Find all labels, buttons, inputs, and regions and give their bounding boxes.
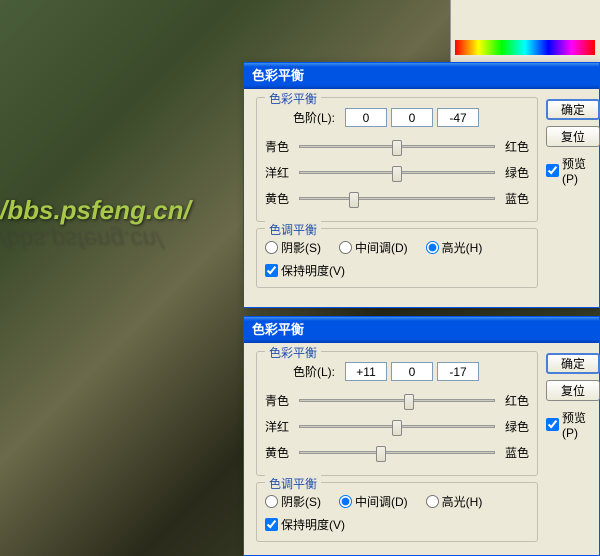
level-label: 色阶(L):	[293, 363, 335, 380]
shadows-radio[interactable]: 阴影(S)	[265, 493, 321, 510]
level-yellow-blue-input[interactable]	[437, 108, 479, 127]
cancel-button[interactable]: 复位	[546, 380, 600, 401]
magenta-green-slider[interactable]	[299, 425, 495, 428]
slider-thumb[interactable]	[392, 140, 402, 156]
cancel-button[interactable]: 复位	[546, 126, 600, 147]
slider-thumb[interactable]	[392, 420, 402, 436]
tone-balance-fieldset: 色调平衡 阴影(S) 中间调(D) 高光(H) 保持明度(V)	[256, 482, 538, 542]
green-label: 绿色	[501, 164, 529, 181]
yellow-label: 黄色	[265, 444, 293, 461]
yellow-blue-slider[interactable]	[299, 451, 495, 454]
hue-spectrum	[455, 40, 595, 55]
magenta-green-slider[interactable]	[299, 171, 495, 174]
midtones-radio[interactable]: 中间调(D)	[339, 239, 408, 256]
preview-checkbox[interactable]: 预览(P)	[546, 155, 600, 186]
level-yellow-blue-input[interactable]	[437, 362, 479, 381]
level-label: 色阶(L):	[293, 109, 335, 126]
yellow-blue-slider[interactable]	[299, 197, 495, 200]
watermark-reflection: /bbs.psfeng.cn/	[0, 225, 163, 253]
dialog-titlebar[interactable]: 色彩平衡	[244, 317, 599, 343]
color-balance-dialog-2: 色彩平衡 色彩平衡 色阶(L): 青色 红色 洋红 绿色 黄色	[243, 316, 600, 556]
magenta-label: 洋红	[265, 418, 293, 435]
cyan-label: 青色	[265, 138, 293, 155]
fieldset-legend: 色调平衡	[265, 221, 321, 238]
blue-label: 蓝色	[501, 444, 529, 461]
yellow-label: 黄色	[265, 190, 293, 207]
preserve-luminosity-checkbox[interactable]: 保持明度(V)	[265, 516, 529, 533]
color-balance-dialog-1: 色彩平衡 色彩平衡 色阶(L): 青色 红色 洋红 绿色 黄色	[243, 62, 600, 308]
fieldset-legend: 色彩平衡	[265, 344, 321, 361]
slider-thumb[interactable]	[376, 446, 386, 462]
slider-thumb[interactable]	[404, 394, 414, 410]
preserve-luminosity-checkbox[interactable]: 保持明度(V)	[265, 262, 529, 279]
green-label: 绿色	[501, 418, 529, 435]
cyan-label: 青色	[265, 392, 293, 409]
red-label: 红色	[501, 392, 529, 409]
color-balance-fieldset: 色彩平衡 色阶(L): 青色 红色 洋红 绿色 黄色 蓝色	[256, 351, 538, 476]
red-label: 红色	[501, 138, 529, 155]
cyan-red-slider[interactable]	[299, 399, 495, 402]
preview-checkbox[interactable]: 预览(P)	[546, 409, 600, 440]
magenta-label: 洋红	[265, 164, 293, 181]
slider-thumb[interactable]	[349, 192, 359, 208]
level-magenta-green-input[interactable]	[391, 362, 433, 381]
blue-label: 蓝色	[501, 190, 529, 207]
highlights-radio[interactable]: 高光(H)	[426, 493, 483, 510]
dialog-titlebar[interactable]: 色彩平衡	[244, 63, 599, 89]
fieldset-legend: 色调平衡	[265, 475, 321, 492]
color-balance-fieldset: 色彩平衡 色阶(L): 青色 红色 洋红 绿色 黄色 蓝色	[256, 97, 538, 222]
shadows-radio[interactable]: 阴影(S)	[265, 239, 321, 256]
midtones-radio[interactable]: 中间调(D)	[339, 493, 408, 510]
watermark-text: /bbs.psfeng.cn/	[0, 195, 191, 226]
level-cyan-red-input[interactable]	[345, 108, 387, 127]
tone-balance-fieldset: 色调平衡 阴影(S) 中间调(D) 高光(H) 保持明度(V)	[256, 228, 538, 288]
ok-button[interactable]: 确定	[546, 99, 600, 120]
ok-button[interactable]: 确定	[546, 353, 600, 374]
highlights-radio[interactable]: 高光(H)	[426, 239, 483, 256]
fieldset-legend: 色彩平衡	[265, 90, 321, 107]
level-magenta-green-input[interactable]	[391, 108, 433, 127]
level-cyan-red-input[interactable]	[345, 362, 387, 381]
cyan-red-slider[interactable]	[299, 145, 495, 148]
slider-thumb[interactable]	[392, 166, 402, 182]
